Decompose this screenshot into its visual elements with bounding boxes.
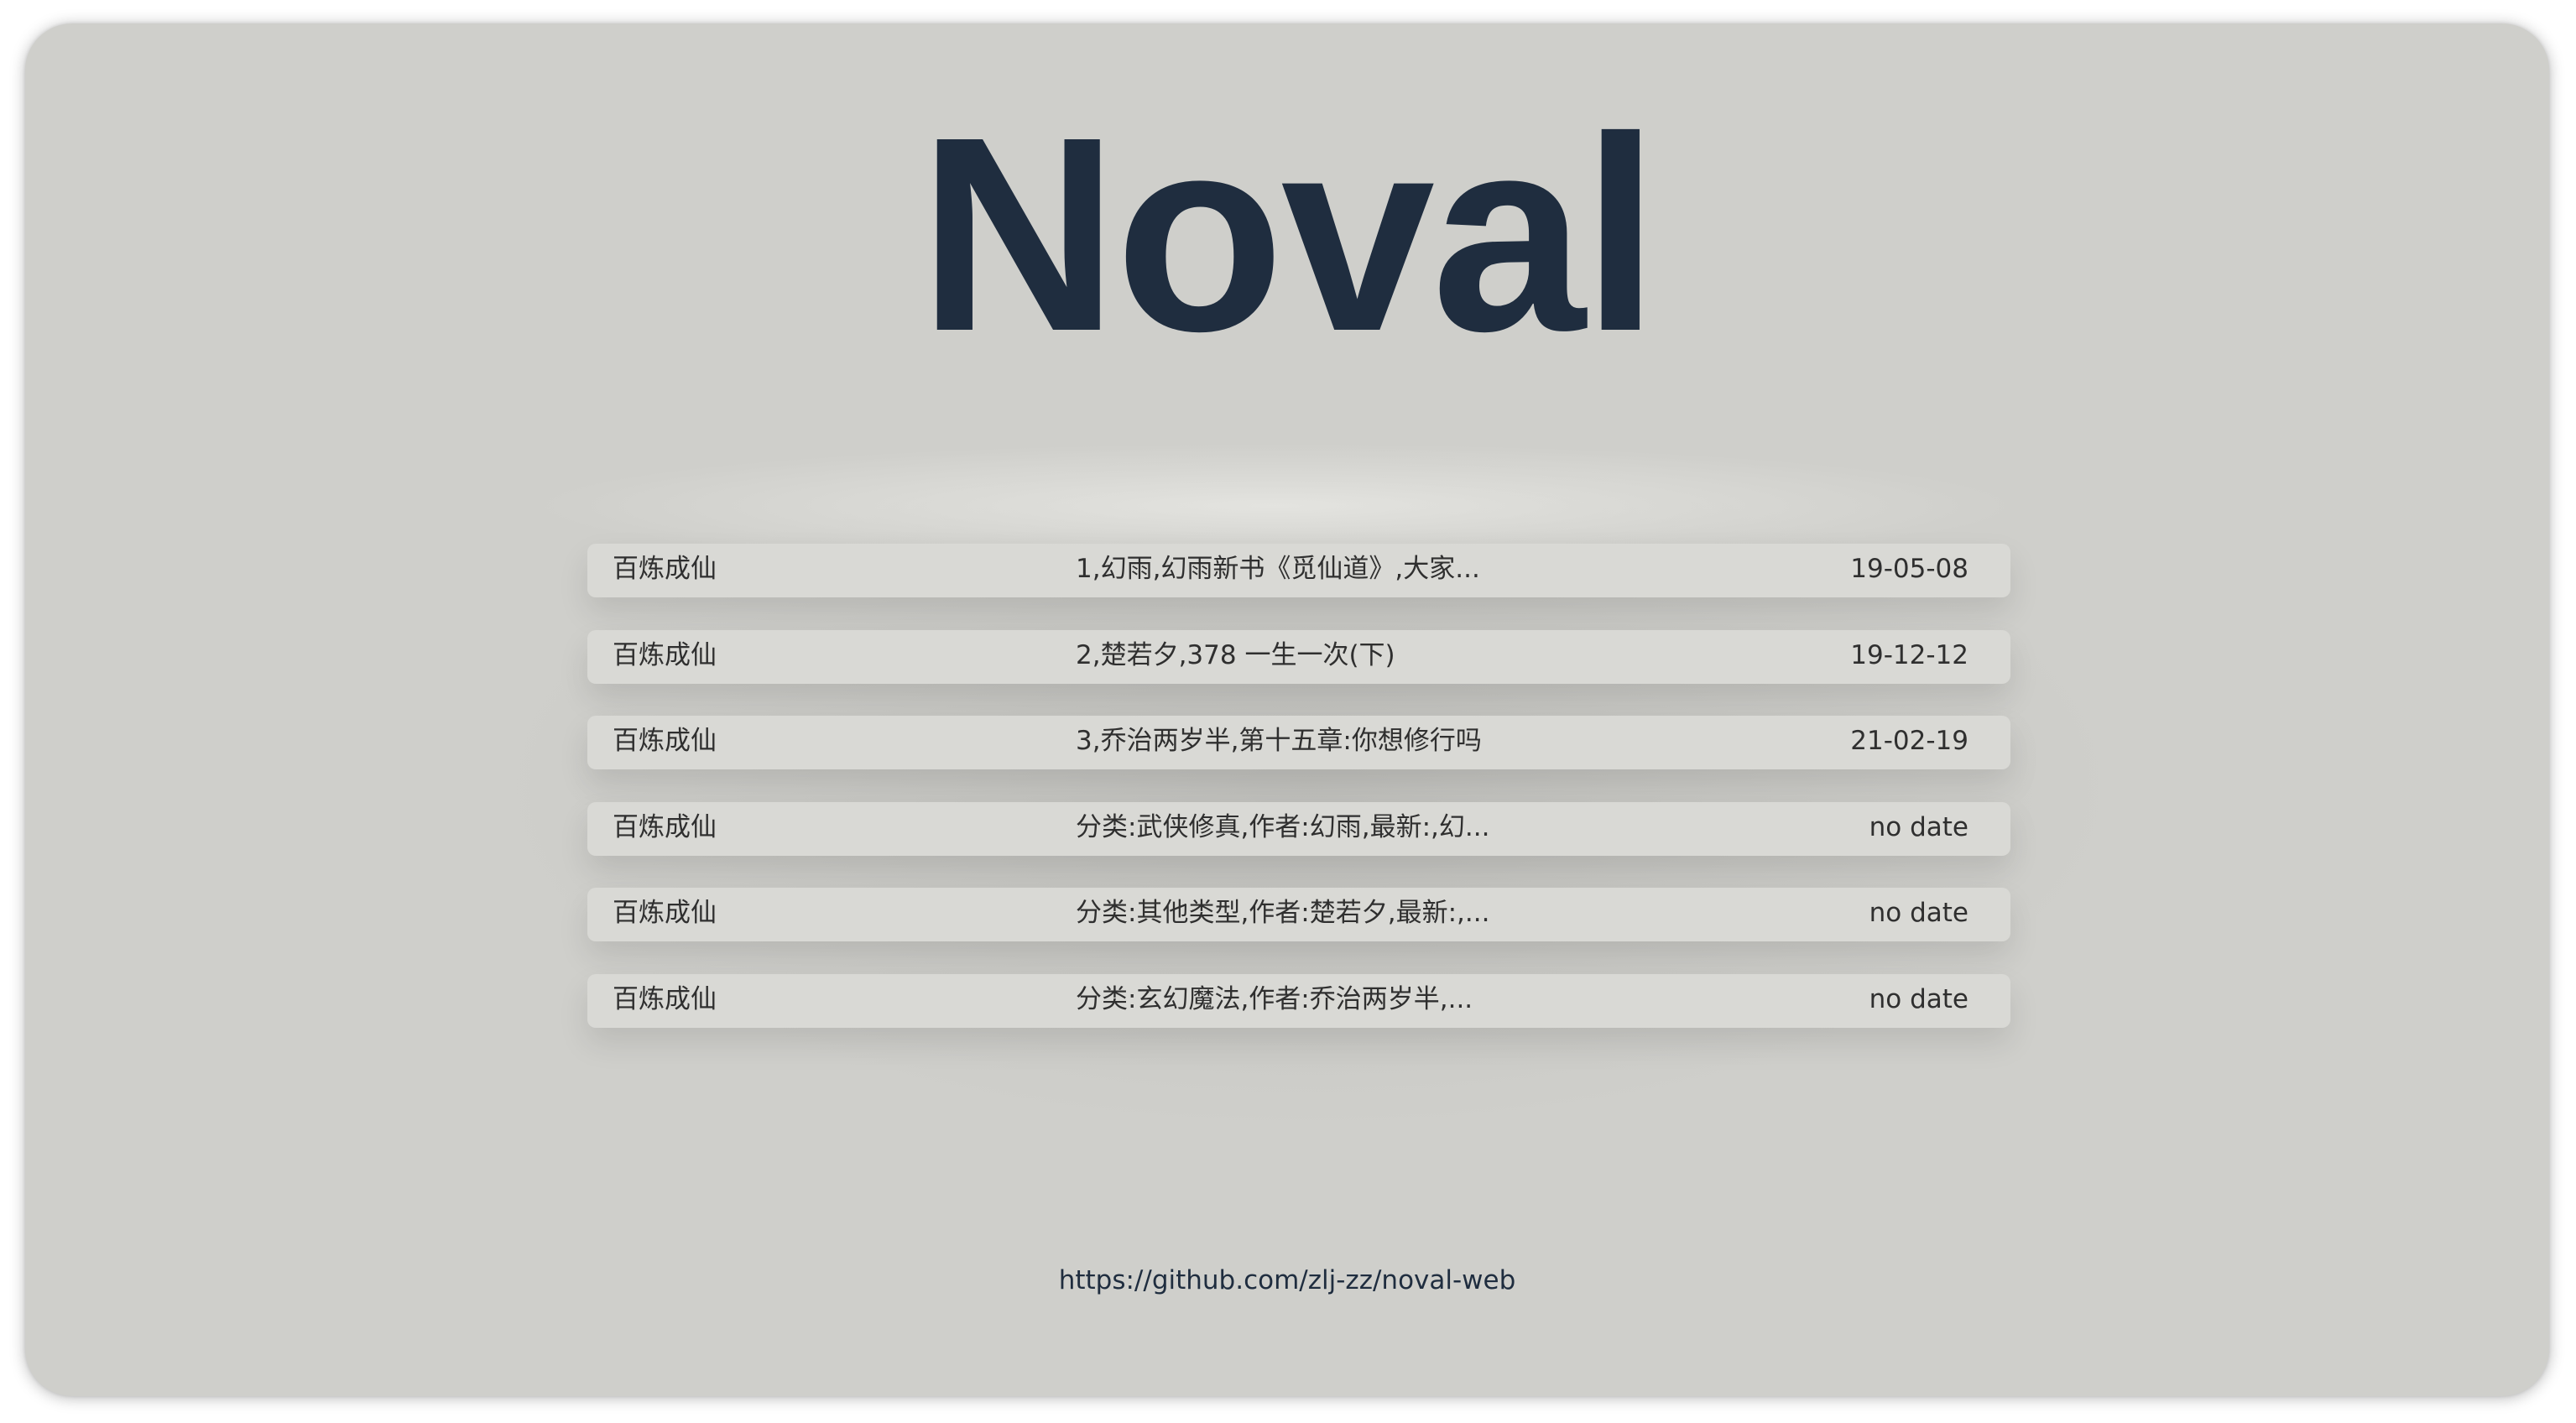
novel-row[interactable]: 百炼成仙 分类:玄幻魔法,作者:乔治两岁半,... no date [587, 973, 2010, 1028]
novel-row[interactable]: 百炼成仙 分类:其他类型,作者:楚若夕,最新:,... no date [587, 888, 2010, 941]
novel-date: no date [1869, 811, 1969, 842]
novel-title: 百炼成仙 [613, 639, 717, 670]
novel-title: 百炼成仙 [613, 811, 717, 842]
novel-list: 百炼成仙 1,幻雨,幻雨新书《觅仙道》,大家... 19-05-08 百炼成仙 … [587, 544, 2010, 1060]
novel-title: 百炼成仙 [613, 983, 717, 1014]
page-title: Noval [918, 79, 1660, 388]
novel-date: 19-12-12 [1850, 639, 1969, 670]
github-link[interactable]: https://github.com/zlj-zz/noval-web [25, 1265, 2549, 1295]
novel-title: 百炼成仙 [613, 898, 717, 928]
novel-date: no date [1869, 983, 1969, 1014]
novel-date: 19-05-08 [1850, 554, 1969, 584]
novel-title: 百炼成仙 [613, 726, 717, 756]
novel-date: 21-02-19 [1850, 726, 1969, 756]
novel-row[interactable]: 百炼成仙 分类:武侠修真,作者:幻雨,最新:,幻... no date [587, 801, 2010, 856]
novel-description: 2,楚若夕,378 一生一次(下) [1076, 639, 1395, 670]
app-window: Noval 百炼成仙 1,幻雨,幻雨新书《觅仙道》,大家... 19-05-08… [25, 23, 2549, 1396]
novel-description: 3,乔治两岁半,第十五章:你想修行吗 [1076, 726, 1482, 756]
novel-date: no date [1869, 898, 1969, 928]
novel-description: 分类:武侠修真,作者:幻雨,最新:,幻... [1076, 811, 1490, 842]
novel-row[interactable]: 百炼成仙 3,乔治两岁半,第十五章:你想修行吗 21-02-19 [587, 716, 2010, 769]
novel-row[interactable]: 百炼成仙 1,幻雨,幻雨新书《觅仙道》,大家... 19-05-08 [587, 544, 2010, 597]
novel-title: 百炼成仙 [613, 554, 717, 584]
novel-row[interactable]: 百炼成仙 2,楚若夕,378 一生一次(下) 19-12-12 [587, 629, 2010, 684]
novel-description: 1,幻雨,幻雨新书《觅仙道》,大家... [1076, 554, 1480, 584]
novel-description: 分类:玄幻魔法,作者:乔治两岁半,... [1076, 983, 1473, 1014]
novel-description: 分类:其他类型,作者:楚若夕,最新:,... [1076, 898, 1490, 928]
